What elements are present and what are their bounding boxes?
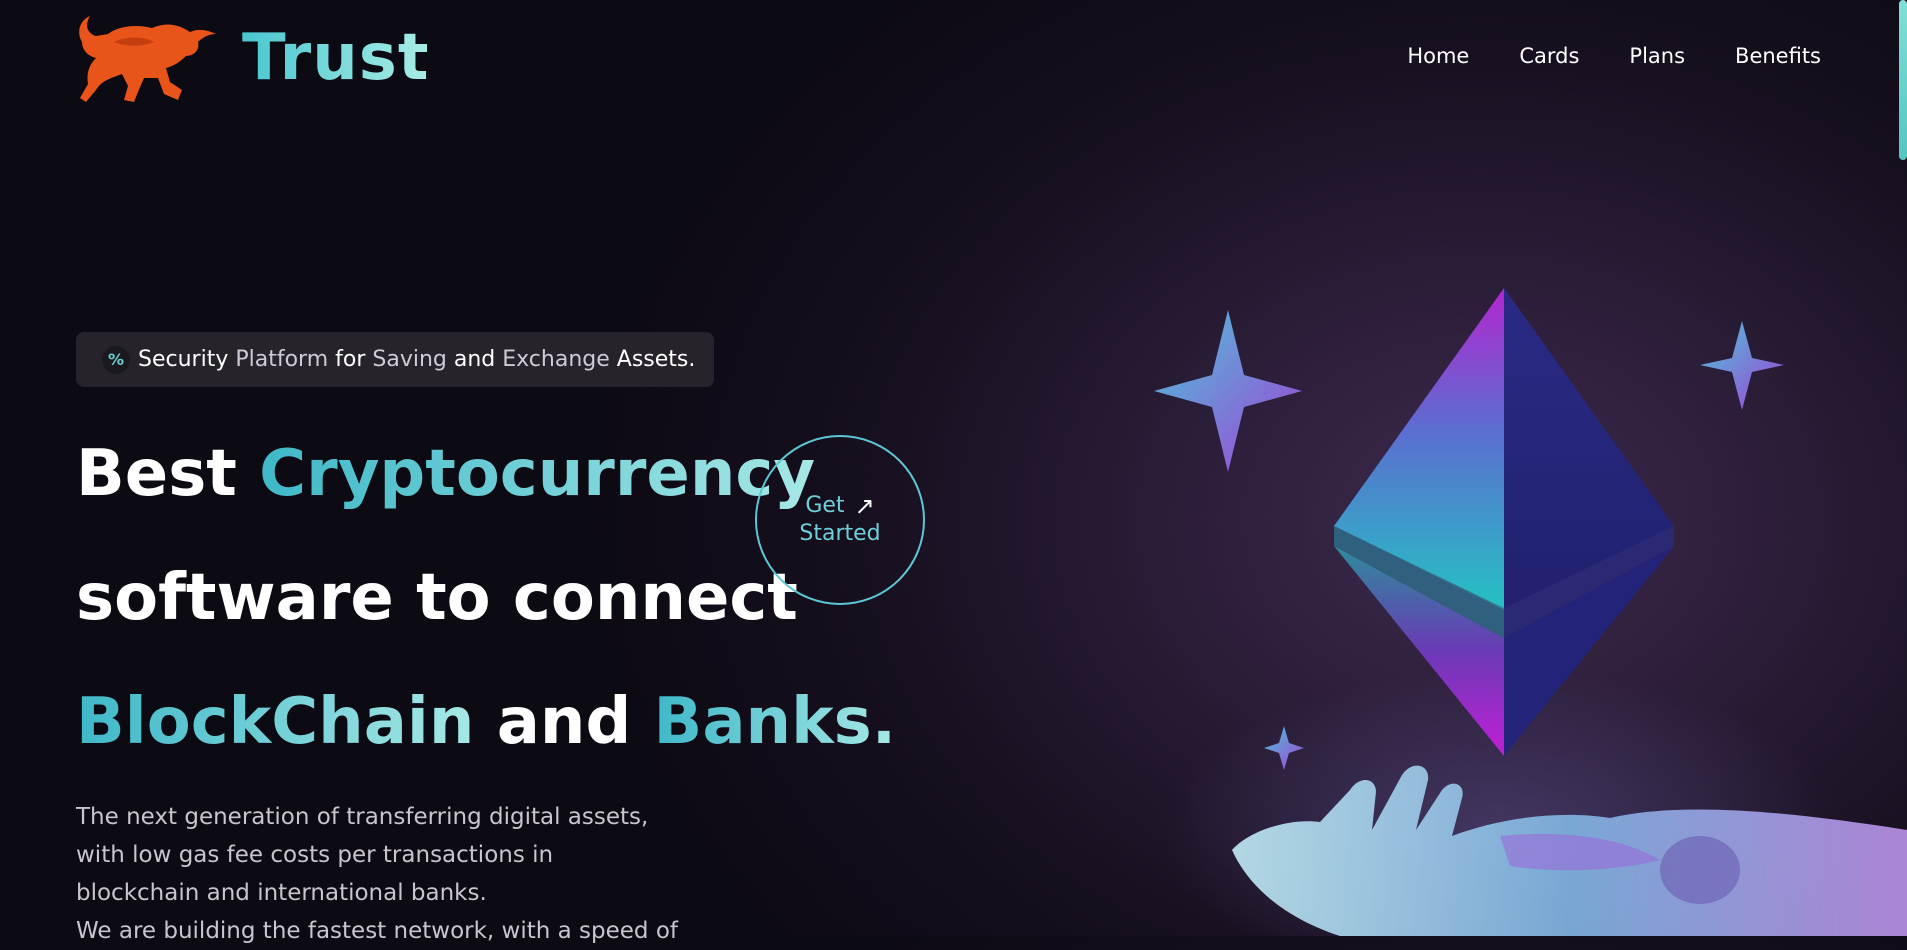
description-line: The next generation of transferring digi…	[76, 804, 649, 830]
headline-highlight: BlockChain	[76, 685, 475, 759]
headline-highlight: Cryptocurrency	[259, 437, 816, 511]
cta-label-line2: Started	[799, 521, 881, 546]
scrollbar-thumb[interactable]	[1899, 0, 1907, 160]
headline-word: and	[496, 685, 632, 759]
headline-highlight: Banks.	[653, 685, 897, 759]
tagline-badge: % Security Platform for Saving and Excha…	[76, 332, 714, 387]
sparkle-icon	[1154, 310, 1302, 472]
headline-word: Best	[76, 437, 237, 511]
nav-item-cards[interactable]: Cards	[1519, 44, 1579, 68]
brand-logo[interactable]: Trust	[74, 12, 429, 104]
description-line: We are building the fastest network, wit…	[76, 918, 679, 944]
sparkle-icon	[1700, 321, 1784, 410]
headline-word: software to connect	[76, 561, 798, 635]
hero-illustration	[1154, 288, 1907, 936]
hero-description: The next generation of transferring digi…	[76, 798, 696, 950]
get-started-button[interactable]: Get ↗ Started	[755, 435, 925, 605]
description-line: blockchain and international banks.	[76, 880, 487, 906]
brand-name: Trust	[242, 21, 430, 95]
nav-item-home[interactable]: Home	[1407, 44, 1469, 68]
nav-item-plans[interactable]: Plans	[1629, 44, 1685, 68]
nav-item-benefits[interactable]: Benefits	[1735, 44, 1821, 68]
tagline-text: Security Platform for Saving and Exchang…	[138, 347, 696, 372]
main-nav: Home Cards Plans Benefits	[1407, 44, 1821, 68]
cta-label-line1: Get	[805, 493, 845, 518]
arrow-up-right-icon: ↗	[854, 492, 875, 520]
description-line: with low gas fee costs per transactions …	[76, 842, 554, 868]
percent-icon: %	[102, 345, 130, 374]
bull-icon	[79, 16, 216, 102]
